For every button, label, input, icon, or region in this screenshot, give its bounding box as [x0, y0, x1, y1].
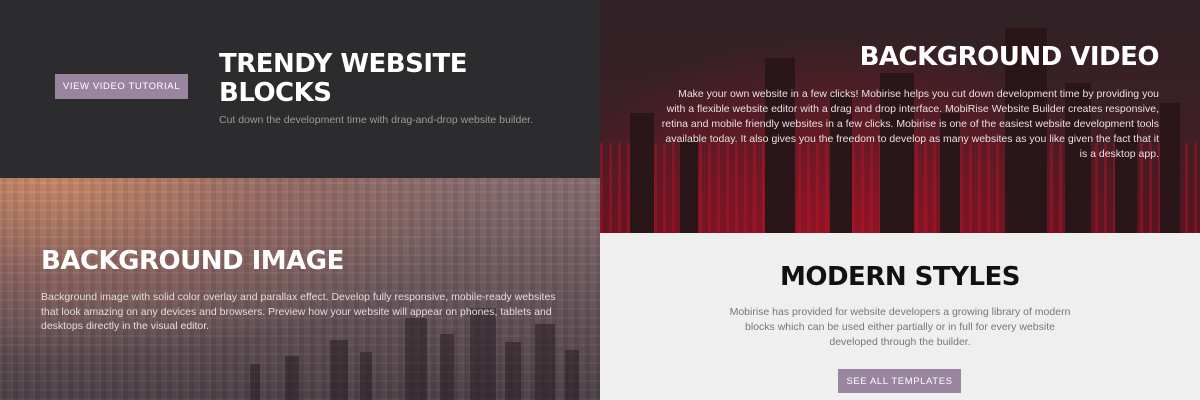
background-image-text: Background image with solid color overla…: [41, 291, 556, 332]
trendy-blocks-section: VIEW VIDEO TUTORIAL TRENDY WEBSITE BLOCK…: [0, 0, 600, 178]
background-video-text: Make your own website in a few clicks! M…: [661, 88, 1159, 160]
trendy-blocks-subtitle: Cut down the development time with drag-…: [219, 114, 534, 126]
trendy-blocks-title: TRENDY WEBSITE BLOCKS: [219, 49, 468, 108]
background-video-title: BACKGROUND VIDEO: [859, 42, 1160, 72]
view-video-tutorial-button[interactable]: VIEW VIDEO TUTORIAL: [55, 74, 188, 99]
see-all-templates-button[interactable]: SEE ALL TEMPLATES: [838, 369, 961, 393]
modern-styles-section: MODERN STYLES Mobirise has provided for …: [600, 233, 1200, 400]
modern-styles-title: MODERN STYLES: [780, 262, 1021, 292]
background-image-title: BACKGROUND IMAGE: [41, 246, 344, 276]
background-video-section: BACKGROUND VIDEO Make your own website i…: [600, 0, 1200, 233]
modern-styles-text: Mobirise has provided for website develo…: [729, 306, 1071, 348]
city-aerial-photo: [0, 178, 600, 400]
background-image-section: BACKGROUND IMAGE Background image with s…: [0, 178, 600, 400]
